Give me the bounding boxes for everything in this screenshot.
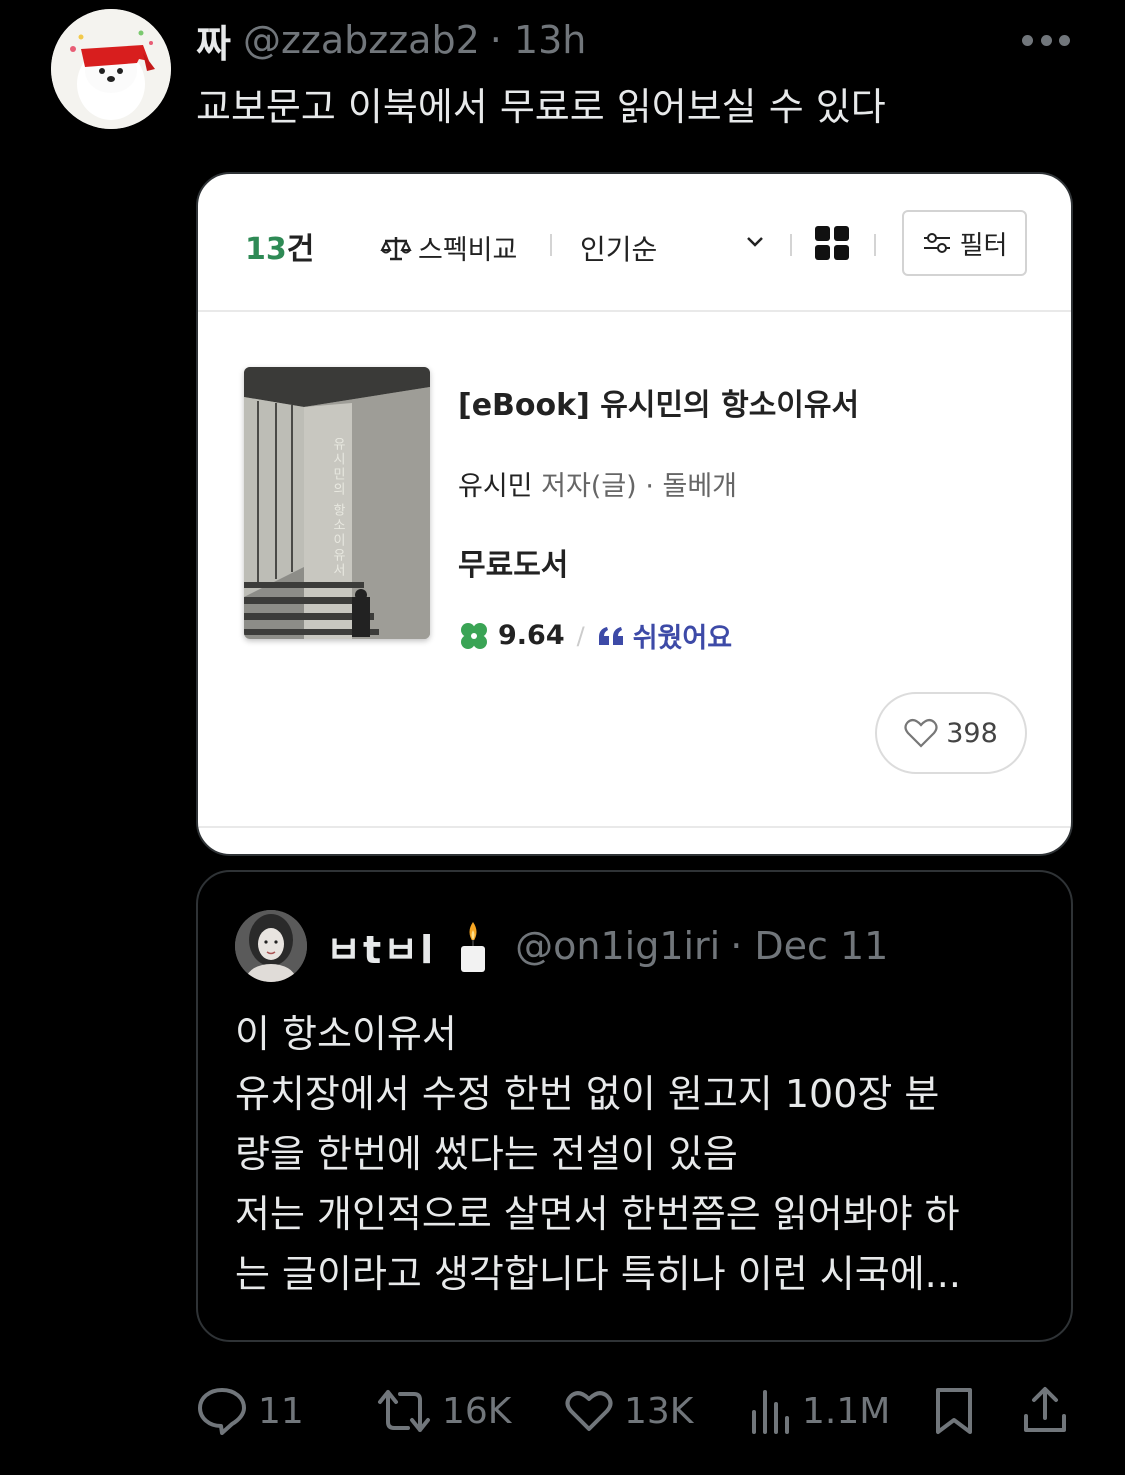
views-count: 1.1M bbox=[802, 1390, 891, 1432]
share-icon bbox=[1024, 1387, 1066, 1432]
list-toolbar: 13건 스펙비교 인기순 필터 bbox=[198, 174, 1071, 312]
quoted-text-line: 이 항소이유서 bbox=[235, 1012, 457, 1056]
wishlist-count: 398 bbox=[946, 717, 998, 749]
post-action-bar: 11 16K 13K 1.1M bbox=[196, 1378, 1076, 1444]
sliders-icon bbox=[923, 233, 950, 253]
quoted-text-line: 는 글이라고 생각합니다 특히나 이런 시국에... bbox=[235, 1252, 961, 1296]
views-chart-icon bbox=[752, 1390, 789, 1434]
quoted-post[interactable]: ㅂtㅂl @on1ig1iri · Dec 11 이 항소이유서 유치장에서 수… bbox=[196, 870, 1073, 1342]
divider bbox=[874, 234, 876, 256]
repost-button[interactable]: 16K bbox=[376, 1378, 511, 1444]
spec-compare-button[interactable]: 스펙비교 bbox=[380, 228, 517, 267]
reply-button[interactable]: 11 bbox=[196, 1378, 304, 1444]
result-count-unit: 건 bbox=[286, 232, 315, 267]
rating-row: 9.64 / 쉬웠어요 bbox=[458, 616, 732, 655]
spec-compare-label: 스펙비교 bbox=[418, 235, 518, 266]
like-count: 13K bbox=[624, 1390, 694, 1432]
bookmark-icon bbox=[936, 1388, 972, 1434]
bookmark-button[interactable] bbox=[932, 1378, 976, 1444]
rating-separator: / bbox=[576, 621, 585, 650]
filter-label: 필터 bbox=[959, 230, 1008, 261]
reply-count: 11 bbox=[258, 1390, 304, 1432]
result-count: 13건 bbox=[245, 224, 314, 268]
quoted-author-handle[interactable]: @on1ig1iri bbox=[515, 924, 720, 968]
divider bbox=[550, 234, 552, 256]
repost-count: 16K bbox=[442, 1390, 512, 1432]
share-button[interactable] bbox=[1022, 1378, 1068, 1444]
filter-button[interactable]: 필터 bbox=[902, 210, 1027, 276]
review-tag[interactable]: 쉬웠어요 bbox=[633, 616, 732, 655]
book-meta: 유시민 저자(글) · 돌베개 bbox=[458, 464, 737, 503]
author-handle[interactable]: @zzabzzab2 bbox=[243, 18, 480, 62]
quoted-text-line: 량을 한번에 썼다는 전설이 있음 bbox=[235, 1132, 738, 1176]
book-author[interactable]: 유시민 bbox=[458, 471, 533, 502]
book-price: 무료도서 bbox=[458, 548, 569, 583]
quoted-author-avatar[interactable] bbox=[235, 910, 307, 982]
book-cover-image[interactable]: 유시민의 항소이유서 bbox=[244, 367, 430, 639]
views-button[interactable]: 1.1M bbox=[748, 1378, 890, 1444]
scale-icon bbox=[380, 236, 412, 260]
post-header: 짜 @zzabzzab2 · 13h bbox=[196, 12, 586, 68]
quoted-post-header: ㅂtㅂl @on1ig1iri · Dec 11 bbox=[326, 920, 888, 972]
book-publisher[interactable]: 돌베개 bbox=[663, 471, 738, 502]
quoted-post-timestamp[interactable]: · Dec 11 bbox=[730, 924, 888, 968]
quoted-post-text: 이 항소이유서 유치장에서 수정 한번 없이 원고지 100장 분 량을 한번에… bbox=[235, 1004, 1035, 1304]
clover-icon bbox=[461, 622, 487, 649]
author-name[interactable]: 짜 bbox=[196, 13, 231, 68]
quoted-author-name[interactable]: ㅂtㅂl bbox=[326, 919, 435, 974]
meta-separator: · bbox=[645, 471, 654, 502]
sort-select[interactable]: 인기순 bbox=[580, 228, 657, 268]
like-button[interactable]: 13K bbox=[564, 1378, 693, 1444]
divider bbox=[198, 826, 1071, 828]
rating-score: 9.64 bbox=[498, 620, 565, 651]
book-author-role: 저자(글) bbox=[541, 471, 637, 502]
repost-icon bbox=[378, 1390, 430, 1432]
grid-view-icon[interactable] bbox=[815, 226, 849, 260]
post-timestamp[interactable]: · 13h bbox=[490, 18, 587, 62]
attached-image[interactable]: 13건 스펙비교 인기순 필터 유시민의 항소이유서 [eBook] 유시민의 … bbox=[196, 172, 1073, 856]
book-title[interactable]: [eBook] 유시민의 항소이유서 bbox=[458, 380, 859, 424]
heart-outline-icon bbox=[904, 718, 938, 748]
candle-icon bbox=[461, 922, 486, 972]
post-text: 교보문고 이북에서 무료로 읽어보실 수 있다 bbox=[196, 85, 886, 129]
divider bbox=[790, 234, 792, 256]
chevron-down-icon[interactable] bbox=[746, 236, 764, 248]
quote-mark-icon bbox=[598, 626, 623, 645]
quoted-text-line: 유치장에서 수정 한번 없이 원고지 100장 분 bbox=[235, 1072, 940, 1116]
more-options-icon[interactable] bbox=[1022, 30, 1070, 50]
quoted-text-line: 저는 개인적으로 살면서 한번쯤은 읽어봐야 하 bbox=[235, 1192, 960, 1236]
author-avatar[interactable] bbox=[51, 9, 171, 129]
heart-icon bbox=[565, 1391, 613, 1431]
wishlist-button[interactable]: 398 bbox=[875, 692, 1027, 774]
result-count-number: 13 bbox=[245, 232, 287, 267]
reply-icon bbox=[198, 1388, 246, 1435]
cover-title-text: 유시민의 항소이유서 bbox=[330, 437, 345, 579]
